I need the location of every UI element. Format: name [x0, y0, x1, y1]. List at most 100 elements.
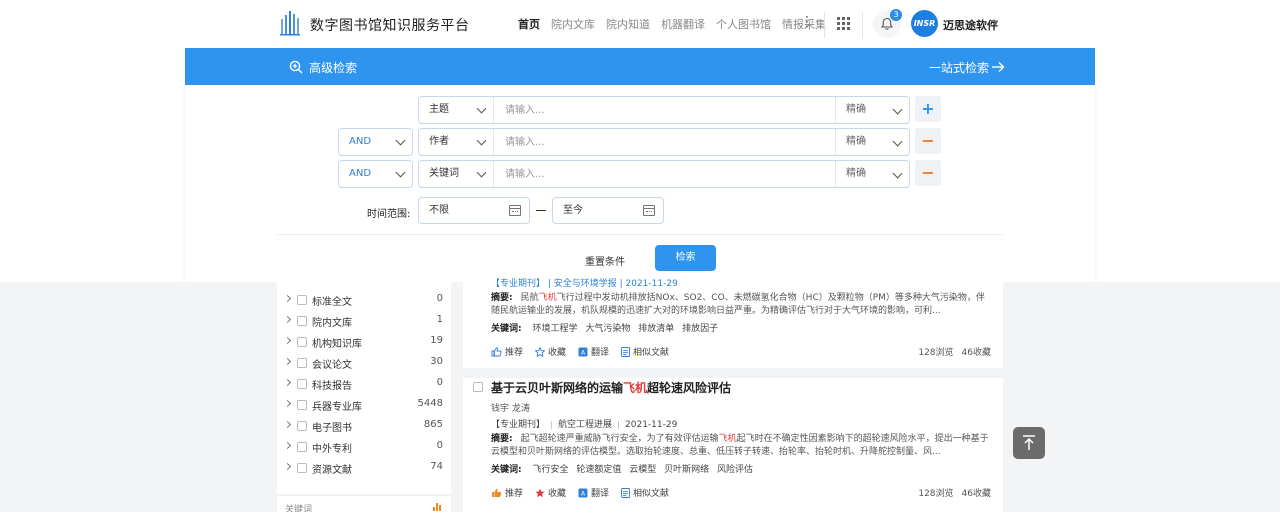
source-filter-item[interactable]: 中外专利 0: [277, 438, 451, 458]
notification-badge: 3: [890, 9, 902, 21]
chevron-down-icon: [892, 136, 903, 147]
date-range-dash: [536, 210, 546, 212]
remove-condition-button[interactable]: −: [915, 160, 941, 186]
keyword-tag[interactable]: 排放清单: [638, 324, 674, 334]
apps-grid-icon[interactable]: [837, 17, 850, 30]
favorite-button[interactable]: 收藏: [535, 345, 566, 358]
source-filter-item[interactable]: 资源文献 74: [277, 459, 451, 479]
keyword-tag[interactable]: 轮速额定值: [576, 465, 621, 475]
chevron-right-icon[interactable]: [283, 399, 292, 408]
result-title[interactable]: 基于云贝叶斯网络的运输飞机超轮速风险评估: [491, 379, 731, 396]
end-date-picker[interactable]: 至今: [552, 197, 664, 224]
filter-count: 30: [430, 356, 443, 367]
filter-checkbox[interactable]: [297, 337, 307, 347]
source-filter-item[interactable]: 标准全文 0: [277, 291, 451, 311]
translate-button[interactable]: A 翻译: [578, 486, 609, 499]
match-select[interactable]: 精确: [835, 161, 909, 187]
similar-docs-button[interactable]: 相似文献: [621, 486, 669, 499]
field-select[interactable]: 作者: [419, 129, 494, 155]
nav-home[interactable]: 首页: [518, 16, 540, 32]
source-filter-item[interactable]: 科技报告 0: [277, 375, 451, 395]
search-input[interactable]: [495, 161, 835, 187]
notification-button[interactable]: 3: [873, 9, 902, 38]
add-condition-button[interactable]: +: [915, 96, 941, 122]
chevron-right-icon[interactable]: [283, 420, 292, 429]
source-filter-item[interactable]: 兵器专业库 5448: [277, 396, 451, 416]
recommend-button[interactable]: 推荐: [491, 486, 523, 499]
arrow-right-icon[interactable]: [991, 61, 1005, 73]
source-filter-item[interactable]: 机构知识库 19: [277, 333, 451, 353]
source-filter-item[interactable]: 会议论文 30: [277, 354, 451, 374]
chevron-right-icon[interactable]: [283, 336, 292, 345]
nav-internal-qa[interactable]: 院内知道: [606, 16, 650, 32]
chevron-right-icon[interactable]: [283, 357, 292, 366]
filter-checkbox[interactable]: [297, 421, 307, 431]
result-checkbox[interactable]: [473, 382, 483, 392]
end-date-value: 至今: [563, 205, 583, 216]
nav-machine-translation[interactable]: 机器翻译: [661, 16, 705, 32]
filter-checkbox[interactable]: [297, 442, 307, 452]
result-authors[interactable]: 钱宇 龙涛: [491, 401, 530, 414]
logic-select[interactable]: AND: [338, 128, 413, 156]
nav-personal-library[interactable]: 个人图书馆: [716, 16, 771, 32]
match-select[interactable]: 精确: [835, 97, 909, 123]
logic-select[interactable]: AND: [338, 160, 413, 188]
nav-internal-library[interactable]: 院内文库: [551, 16, 595, 32]
meta-separator: [618, 420, 620, 429]
field-select[interactable]: 主题: [419, 97, 494, 123]
keyword-tag[interactable]: 排放因子: [682, 324, 718, 334]
start-date-picker[interactable]: 不限: [418, 197, 530, 224]
field-select-value: 关键词: [429, 168, 459, 179]
library-logo-icon[interactable]: [280, 10, 302, 36]
more-vertical-icon[interactable]: ⋮: [800, 14, 814, 30]
logic-select-value: AND: [349, 168, 372, 179]
match-select[interactable]: 精确: [835, 129, 909, 155]
journal-name[interactable]: 航空工程进展: [558, 420, 612, 430]
search-row: 主题 精确 +: [185, 96, 1095, 124]
chevron-right-icon[interactable]: [283, 462, 292, 471]
favorite-button[interactable]: 收藏: [535, 486, 566, 499]
chevron-right-icon[interactable]: [283, 378, 292, 387]
recommend-button[interactable]: 推荐: [491, 345, 523, 358]
caret-down-icon[interactable]: ▼: [993, 19, 998, 27]
keyword-facet-header[interactable]: 关键词: [277, 496, 451, 512]
search-input[interactable]: [495, 129, 835, 155]
reset-button[interactable]: 重置条件: [585, 253, 625, 268]
keyword-tag[interactable]: 环境工程学: [532, 324, 577, 334]
avatar[interactable]: INSR: [911, 10, 938, 37]
bar-chart-icon[interactable]: [433, 503, 441, 511]
site-title[interactable]: 数字图书馆知识服务平台: [310, 15, 470, 35]
search-input[interactable]: [495, 97, 835, 123]
one-stop-search-link[interactable]: 一站式检索: [929, 59, 989, 76]
field-select[interactable]: 关键词: [419, 161, 494, 187]
match-select-value: 精确: [846, 168, 866, 179]
keyword-tag[interactable]: 贝叶斯网络: [664, 465, 709, 475]
keyword-tag[interactable]: 飞行安全: [532, 465, 568, 475]
keyword-tag[interactable]: 云模型: [629, 465, 656, 475]
source-filter-item[interactable]: 院内文库 1: [277, 312, 451, 332]
filter-name: 中外专利: [312, 444, 352, 455]
source-filter-item[interactable]: 电子图书 865: [277, 417, 451, 437]
filter-count: 74: [430, 461, 443, 472]
translate-button[interactable]: A 翻译: [578, 345, 609, 358]
match-select-value: 精确: [846, 104, 866, 115]
keyword-tag[interactable]: 风险评估: [717, 465, 753, 475]
advanced-search-panel: 主题 精确 + AND 作者 精确 − AND 关键词 精确 − 时间范围: 不…: [185, 85, 1095, 282]
chevron-right-icon[interactable]: [283, 441, 292, 450]
remove-condition-button[interactable]: −: [915, 128, 941, 154]
search-button[interactable]: 检索: [655, 245, 716, 271]
filter-checkbox[interactable]: [297, 400, 307, 410]
chevron-right-icon[interactable]: [283, 315, 292, 324]
back-to-top-button[interactable]: [1013, 427, 1045, 459]
chevron-right-icon[interactable]: [283, 294, 292, 303]
username[interactable]: 迈思途软件: [943, 17, 998, 33]
filter-checkbox[interactable]: [297, 463, 307, 473]
similar-docs-button[interactable]: 相似文献: [621, 345, 669, 358]
filter-checkbox[interactable]: [297, 316, 307, 326]
thumbs-up-filled-icon: [492, 488, 502, 497]
filter-checkbox[interactable]: [297, 295, 307, 305]
keyword-tag[interactable]: 大气污染物: [585, 324, 630, 334]
filter-checkbox[interactable]: [297, 379, 307, 389]
search-condition: 作者 精确: [418, 128, 910, 156]
filter-checkbox[interactable]: [297, 358, 307, 368]
